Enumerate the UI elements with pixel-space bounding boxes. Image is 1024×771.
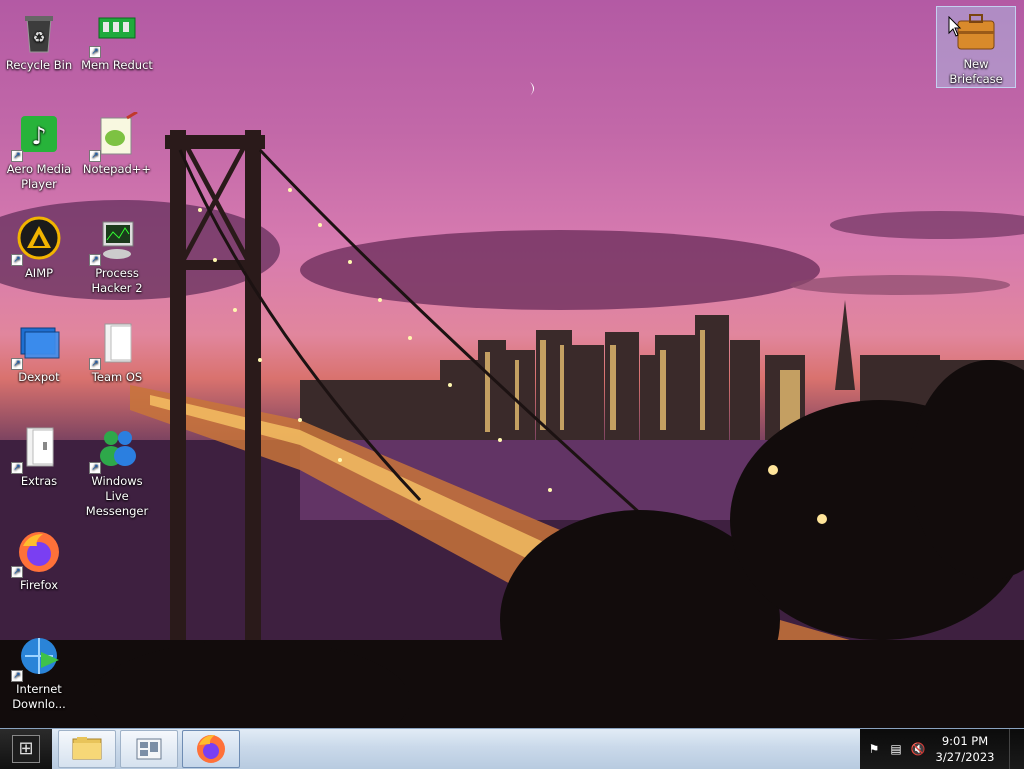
desktop-icon-team-os[interactable]: ↗ Team OS — [78, 320, 156, 385]
show-desktop-button[interactable] — [1009, 729, 1024, 769]
icon-label: Team OS — [91, 370, 143, 384]
icon-label: Dexpot — [18, 370, 60, 384]
desktop-icon-windows-live-messenger[interactable]: ↗ Windows Live Messenger — [78, 424, 156, 519]
network-icon[interactable]: ▤ — [888, 741, 904, 757]
taskbar-button-dexpot[interactable] — [120, 730, 178, 768]
shortcut-arrow-icon: ↗ — [89, 462, 101, 474]
start-button[interactable]: ⊞ — [0, 729, 52, 769]
svg-text:♪: ♪ — [31, 122, 46, 150]
icon-label: Recycle Bin — [5, 58, 73, 72]
folder-open-icon: ↗ — [89, 320, 141, 370]
mouse-cursor-icon — [948, 16, 962, 37]
svg-text:♻: ♻ — [33, 30, 46, 46]
icon-label: Process Hacker 2 — [91, 266, 143, 295]
icon-label: New Briefcase — [949, 57, 1003, 86]
shortcut-arrow-icon: ↗ — [89, 254, 101, 266]
desktop-icon-notepad-plus-plus[interactable]: ↗ Notepad++ — [78, 110, 156, 177]
taskbar: ⊞ ⚑ ▤ 🔇 9:01 PM 3/27/2023 — [0, 728, 1024, 769]
desktop-icon-aimp[interactable]: ↗ AIMP — [0, 216, 78, 281]
icon-label: Extras — [20, 474, 58, 488]
music-note-icon: ♪ ↗ — [11, 112, 63, 162]
shortcut-arrow-icon: ↗ — [11, 358, 23, 370]
clock[interactable]: 9:01 PM 3/27/2023 — [930, 733, 1000, 765]
shortcut-arrow-icon: ↗ — [11, 566, 23, 578]
recycle-bin-icon: ♻ — [15, 8, 63, 56]
shortcut-arrow-icon: ↗ — [11, 150, 23, 162]
icon-label: Notepad++ — [82, 162, 152, 176]
memory-chip-icon: ↗ — [89, 8, 141, 58]
download-globe-icon: ↗ — [11, 632, 63, 682]
shortcut-arrow-icon: ↗ — [89, 150, 101, 162]
taskbar-button-firefox[interactable] — [182, 730, 240, 768]
aimp-triangle-icon: ↗ — [11, 216, 63, 266]
system-tray: ⚑ ▤ 🔇 9:01 PM 3/27/2023 — [860, 729, 1024, 769]
desktop-icon-internet-download-manager[interactable]: ↗ Internet Downlo... — [0, 632, 78, 712]
desktop-icon-extras[interactable]: ↗ Extras — [0, 424, 78, 489]
volume-muted-icon[interactable]: 🔇 — [910, 741, 926, 757]
icon-label: Mem Reduct — [81, 58, 153, 72]
taskbar-button-explorer[interactable] — [58, 730, 116, 768]
desktop-icon-mem-reduct[interactable]: ↗ Mem Reduct — [78, 8, 156, 73]
desktop-icon-recycle-bin[interactable]: ♻ Recycle Bin — [0, 8, 78, 73]
windows-logo-icon: ⊞ — [12, 735, 40, 763]
folder-open-icon: ↗ — [11, 424, 63, 474]
desktop-icon-aero-media-player[interactable]: ♪ ↗ Aero Media Player — [0, 112, 78, 192]
desktop-icon-process-hacker[interactable]: ↗ Process Hacker 2 — [78, 216, 156, 296]
process-monitor-icon: ↗ — [89, 216, 141, 266]
shortcut-arrow-icon: ↗ — [89, 358, 101, 370]
shortcut-arrow-icon: ↗ — [11, 670, 23, 682]
clock-date: 3/27/2023 — [935, 750, 995, 764]
icon-label: Aero Media Player — [6, 162, 72, 191]
action-center-flag-icon[interactable]: ⚑ — [866, 741, 882, 757]
desktop-icon-dexpot[interactable]: ↗ Dexpot — [0, 320, 78, 385]
shortcut-arrow-icon: ↗ — [89, 46, 101, 58]
virtual-desktops-icon — [136, 738, 162, 760]
shortcut-arrow-icon: ↗ — [11, 462, 23, 474]
desktop-icon-firefox[interactable]: ↗ Firefox — [0, 528, 78, 593]
messenger-buddies-icon: ↗ — [89, 424, 141, 474]
shortcut-arrow-icon: ↗ — [11, 254, 23, 266]
icon-label: Firefox — [19, 578, 59, 592]
icon-label: AIMP — [24, 266, 54, 280]
clock-time: 9:01 PM — [941, 734, 989, 748]
desktop: ♻ Recycle Bin ♪ ↗ Aero Media Player ↗ AI… — [0, 0, 1024, 728]
file-explorer-icon — [72, 737, 102, 760]
firefox-icon — [197, 735, 225, 763]
firefox-icon: ↗ — [11, 528, 63, 578]
icon-label: Windows Live Messenger — [85, 474, 149, 518]
notepad-chameleon-icon: ↗ — [89, 110, 141, 162]
start-glyph: ⊞ — [18, 738, 34, 759]
icon-label: Internet Downlo... — [12, 682, 66, 711]
virtual-desktops-icon: ↗ — [11, 320, 63, 370]
